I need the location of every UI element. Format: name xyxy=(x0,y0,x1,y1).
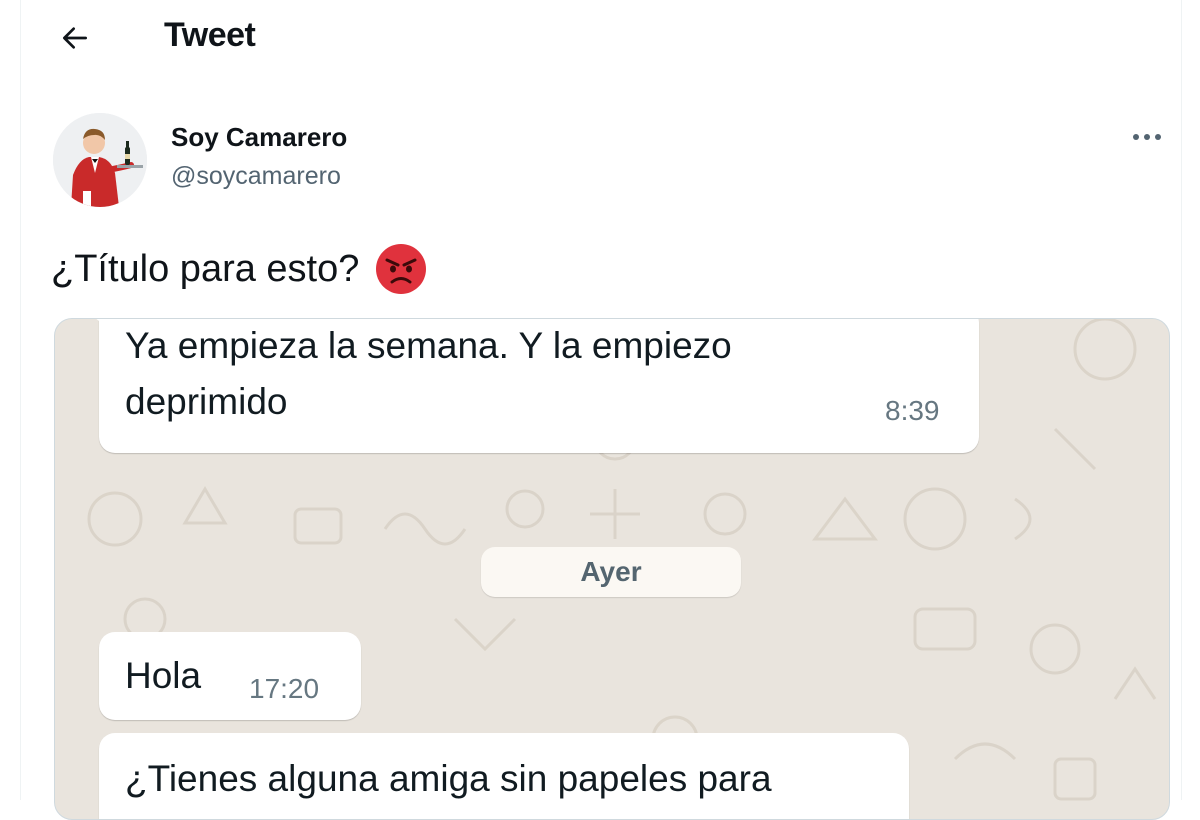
message-time: 17:20 xyxy=(249,673,320,704)
more-options-button[interactable] xyxy=(1129,124,1165,150)
bubble-tail xyxy=(81,319,99,321)
message-time: 8:39 xyxy=(885,395,940,426)
tweet-text-content: ¿Título para esto? xyxy=(51,247,360,290)
tweet-media-image[interactable]: Ya empieza la semana. Y la empiezo depri… xyxy=(54,318,1170,820)
tweet-text: ¿Título para esto? xyxy=(51,243,427,295)
chat-message-incoming: Hola 17:20 xyxy=(99,632,361,720)
date-separator: Ayer xyxy=(481,547,741,597)
message-text: ¿Tienes alguna amiga sin papeles para xyxy=(125,758,772,799)
avatar[interactable] xyxy=(53,113,147,207)
chat-message-incoming: Ya empieza la semana. Y la empiezo depri… xyxy=(81,319,979,453)
message-text: Hola xyxy=(125,655,202,696)
tweet-detail-column: Tweet Soy Camarero @soycamarero ¿Título … xyxy=(20,0,1182,820)
chat-message-incoming: ¿Tienes alguna amiga sin papeles para xyxy=(99,733,909,819)
author-handle[interactable]: @soycamarero xyxy=(171,162,341,191)
top-bar: Tweet xyxy=(21,0,1181,78)
back-button[interactable] xyxy=(55,18,95,58)
angry-face-emoji xyxy=(376,244,427,294)
author-name[interactable]: Soy Camarero xyxy=(171,122,347,153)
arrow-left-icon xyxy=(62,27,87,49)
message-text: Ya empieza la semana. Y la empiezo depri… xyxy=(125,325,732,422)
more-horizontal-icon xyxy=(1133,134,1161,140)
waiter-avatar-image xyxy=(53,113,147,207)
page-title: Tweet xyxy=(164,16,256,54)
